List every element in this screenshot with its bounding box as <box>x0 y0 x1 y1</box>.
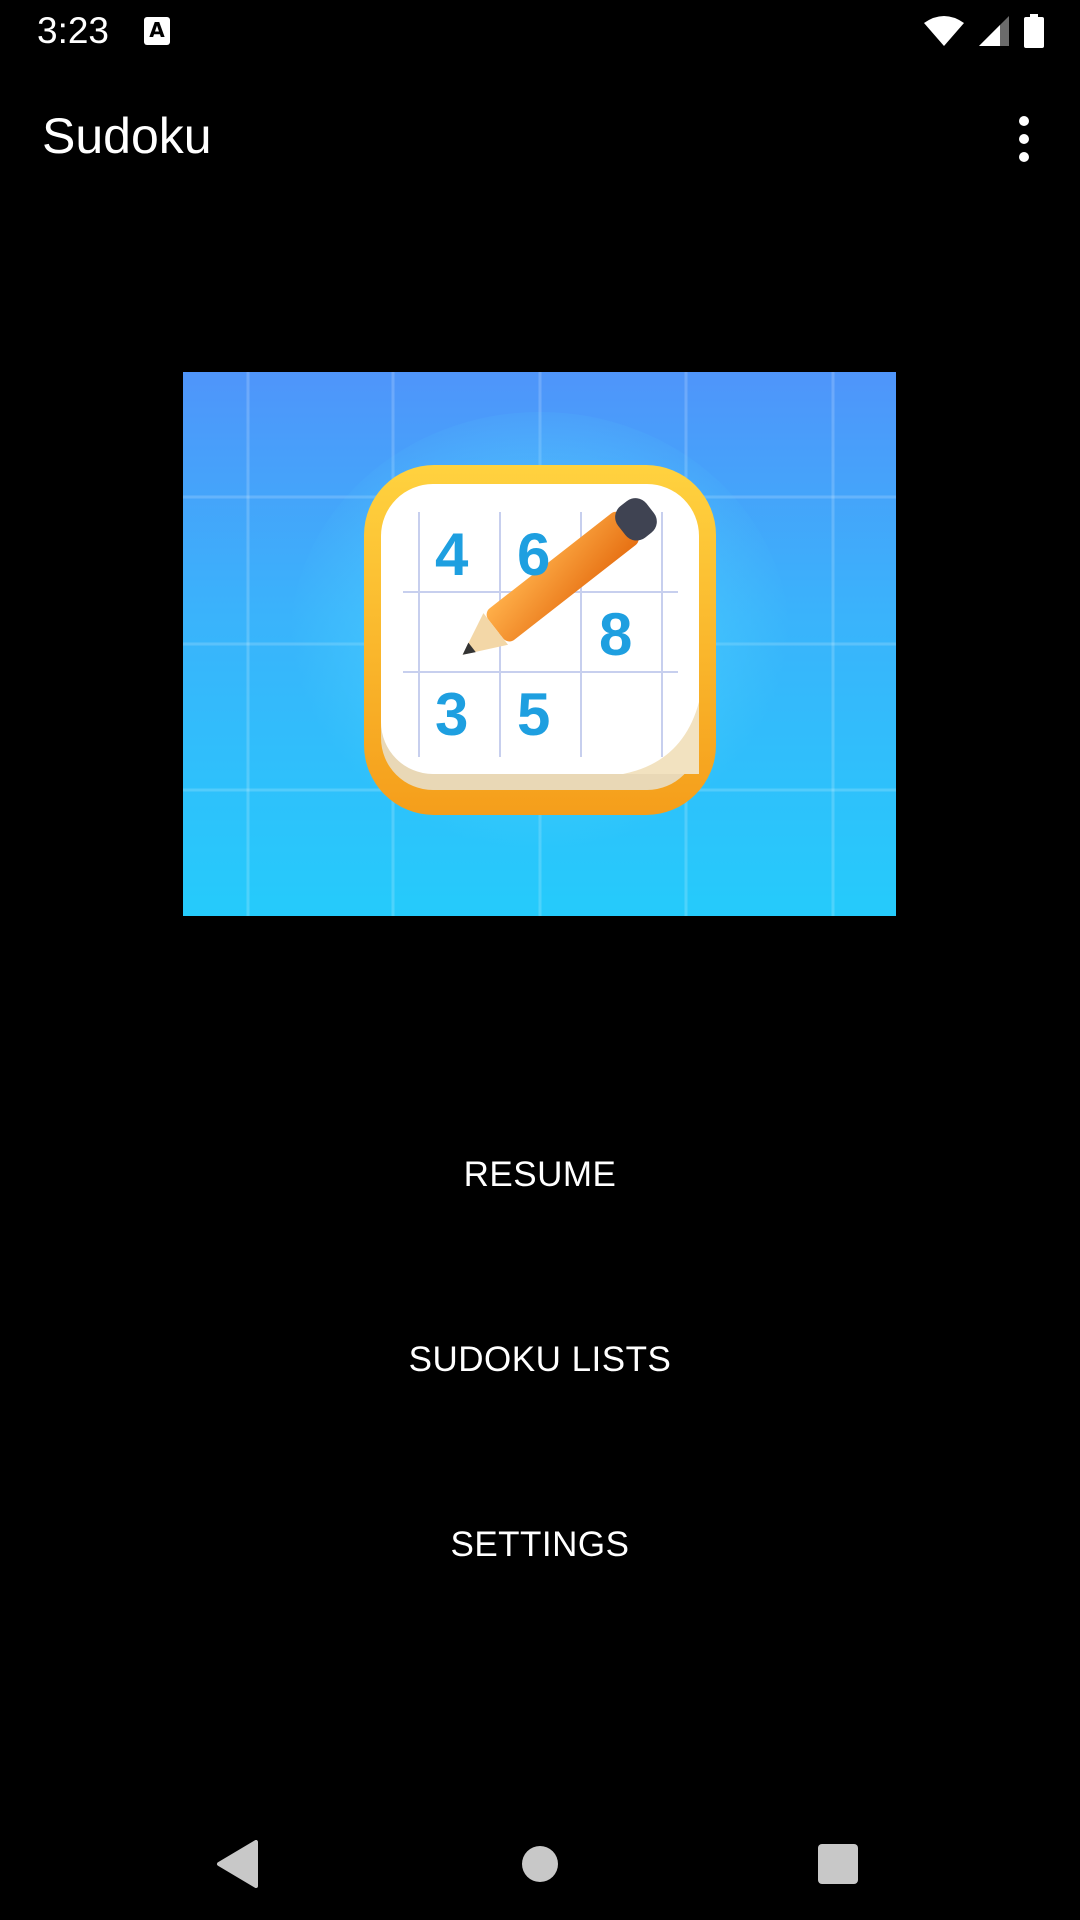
status-time: 3:23 <box>37 10 110 51</box>
notification-a-icon: A <box>144 17 170 45</box>
nav-back-button[interactable] <box>188 1814 288 1914</box>
sudoku-lists-button[interactable]: SUDOKU LISTS <box>0 1300 1080 1420</box>
sudoku-logo-image <box>183 372 896 916</box>
back-icon <box>217 1840 258 1888</box>
status-icons <box>924 14 1044 48</box>
status-bar: 3:23 A <box>0 0 1080 63</box>
more-vert-icon <box>1019 116 1029 162</box>
overflow-menu-button[interactable] <box>984 99 1064 179</box>
battery-icon <box>1024 14 1044 48</box>
app-title: Sudoku <box>42 108 212 164</box>
home-icon <box>522 1846 558 1882</box>
recents-icon <box>818 1844 858 1884</box>
wifi-icon <box>924 16 964 46</box>
navigation-bar <box>0 1794 1080 1920</box>
nav-recents-button[interactable] <box>788 1814 888 1914</box>
app-bar: Sudoku <box>0 63 1080 210</box>
resume-button[interactable]: RESUME <box>0 1115 1080 1235</box>
nav-home-button[interactable] <box>490 1814 590 1914</box>
signal-icon <box>979 16 1009 46</box>
settings-button[interactable]: SETTINGS <box>0 1485 1080 1605</box>
